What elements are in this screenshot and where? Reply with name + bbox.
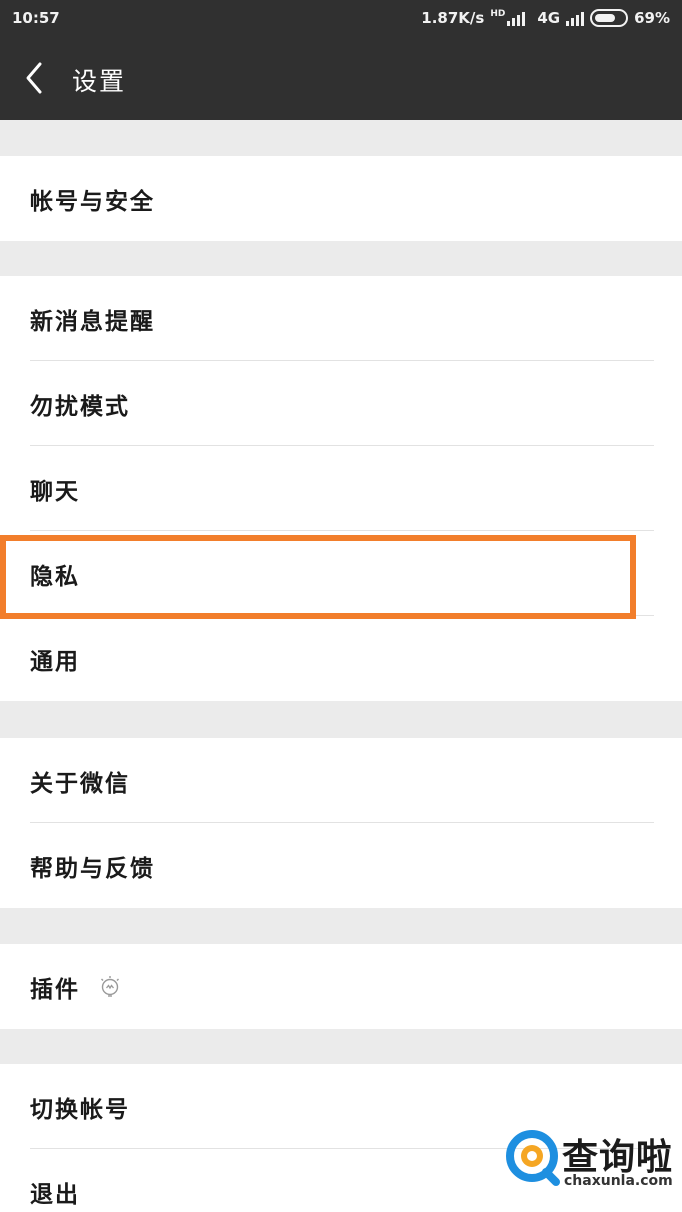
settings-item-help-feedback[interactable]: 帮助与反馈 — [0, 823, 682, 908]
hd-badge: HD — [490, 9, 506, 19]
watermark-logo: 查询啦 chaxunla.com — [506, 1126, 676, 1192]
settings-item-do-not-disturb[interactable]: 勿扰模式 — [0, 361, 682, 446]
page-title: 设置 — [72, 67, 127, 96]
signal-icon — [507, 10, 526, 26]
lightbulb-icon — [101, 976, 119, 997]
signal-icon-2 — [566, 10, 585, 26]
watermark-url: chaxunla.com — [564, 1173, 673, 1189]
settings-group-plugins: 插件 — [0, 944, 682, 1029]
status-bar: 10:57 1.87K/s HD 4G 69% — [0, 0, 682, 36]
settings-item-plugins[interactable]: 插件 — [0, 944, 682, 1029]
settings-item-label: 关于微信 — [30, 771, 130, 797]
settings-item-label: 隐私 — [30, 564, 80, 590]
settings-item-notifications[interactable]: 新消息提醒 — [0, 276, 682, 361]
settings-item-label: 勿扰模式 — [30, 394, 130, 420]
back-button[interactable] — [20, 58, 56, 98]
settings-group-account: 帐号与安全 — [0, 156, 682, 241]
settings-item-label: 退出 — [30, 1182, 80, 1208]
settings-item-account-security[interactable]: 帐号与安全 — [0, 156, 682, 241]
settings-item-label: 切换帐号 — [30, 1097, 130, 1123]
settings-item-label: 新消息提醒 — [30, 309, 155, 335]
settings-item-about-wechat[interactable]: 关于微信 — [0, 738, 682, 823]
battery-icon — [590, 9, 629, 27]
settings-item-label: 通用 — [30, 649, 80, 675]
settings-item-chat[interactable]: 聊天 — [0, 446, 682, 531]
settings-group-general: 新消息提醒 勿扰模式 聊天 隐私 通用 — [0, 276, 682, 701]
status-time: 10:57 — [12, 9, 60, 27]
settings-item-label: 帮助与反馈 — [30, 856, 155, 882]
nav-bar: 设置 — [0, 36, 682, 120]
settings-item-label: 帐号与安全 — [30, 189, 155, 215]
settings-item-general[interactable]: 通用 — [0, 616, 682, 701]
status-indicators: 1.87K/s HD 4G 69% — [421, 9, 670, 27]
settings-item-label: 插件 — [30, 977, 80, 1003]
battery-percent: 69% — [634, 9, 670, 27]
network-speed: 1.87K/s — [421, 9, 485, 27]
search-logo-icon — [506, 1130, 560, 1186]
network-type: 4G — [537, 9, 561, 27]
settings-group-about: 关于微信 帮助与反馈 — [0, 738, 682, 908]
settings-item-label: 聊天 — [30, 479, 80, 505]
settings-item-privacy[interactable]: 隐私 — [0, 531, 682, 616]
chevron-left-icon — [26, 62, 42, 94]
